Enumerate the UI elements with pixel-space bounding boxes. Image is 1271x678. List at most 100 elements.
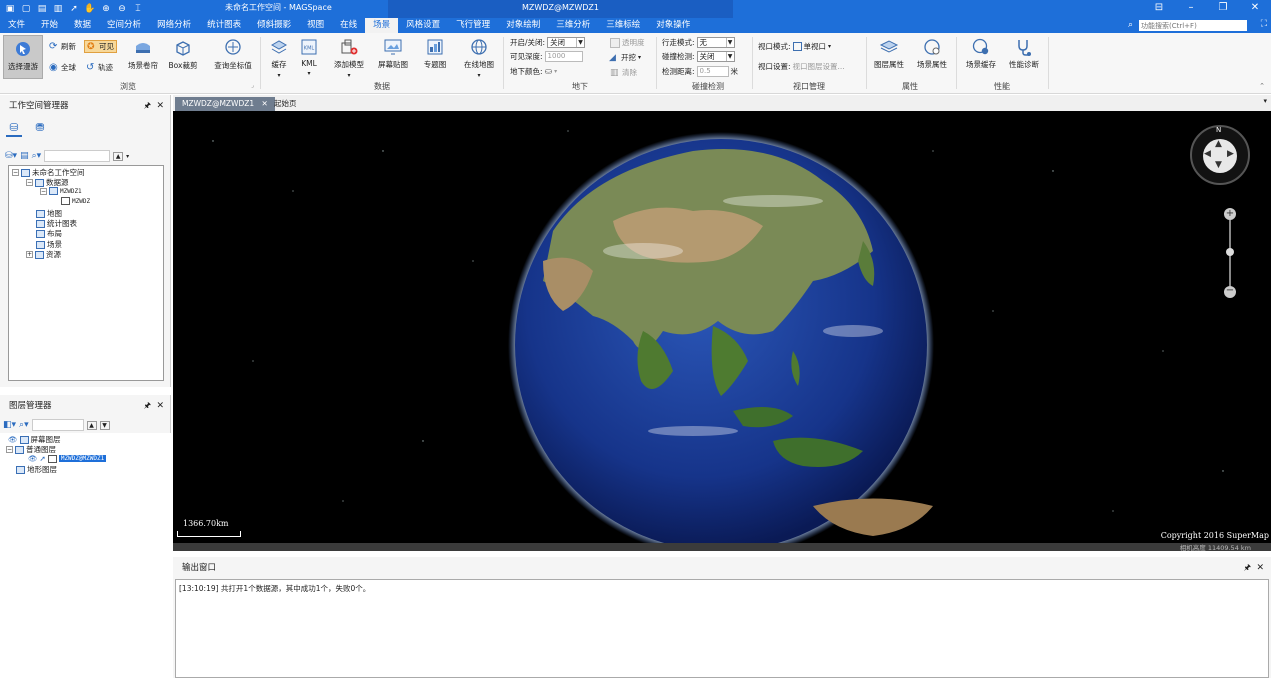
query-coords-button[interactable]: 查询坐标值 (210, 38, 256, 71)
kml-button[interactable]: KML KML ▾ (296, 37, 322, 77)
zoom-out-icon[interactable]: ⊖ (116, 3, 128, 15)
visible-eye-icon[interactable]: 👁 (8, 435, 18, 444)
add-model-button[interactable]: 添加模型 ▾ (330, 37, 368, 79)
move-down-icon[interactable]: ▼ (99, 420, 110, 430)
move-up-icon[interactable]: ▲ (86, 420, 97, 430)
menu-item[interactable]: 文件 (0, 18, 33, 33)
collapse-icon[interactable]: − (26, 179, 33, 186)
output-log[interactable]: [13:10:19] 共打开1个数据源，其中成功1个，失败0个。 (175, 579, 1269, 678)
scene-cache-button[interactable]: 场景缓存 (962, 37, 1000, 70)
scene-viewport[interactable]: N ▲ ▼ ◀ ▶ + − 1366.70km Copyright 2016 S… (173, 111, 1271, 543)
close-icon[interactable]: ✕ (156, 95, 164, 117)
new-icon[interactable]: ▢ (20, 3, 32, 15)
menu-item[interactable]: 开始 (33, 18, 66, 33)
online-map-button[interactable]: 在线地图 ▾ (460, 37, 498, 79)
zoom-out-icon[interactable]: − (1224, 286, 1236, 298)
pin-icon[interactable]: 🖈 (144, 95, 151, 117)
full-extent-icon[interactable]: ⌶ (132, 3, 144, 15)
pan-icon[interactable]: ✋ (84, 3, 96, 15)
menu-item[interactable]: 空间分析 (99, 18, 149, 33)
search-icon[interactable]: ⌕▾ (32, 151, 42, 161)
menu-item[interactable]: 飞行管理 (448, 18, 498, 33)
collision-detect-combo[interactable]: 关闭 ▼ (696, 51, 735, 62)
underground-depth-input[interactable]: 1000 (544, 51, 583, 62)
expand-icon[interactable]: + (26, 251, 33, 258)
search-icon[interactable]: ⌕▾ (19, 420, 29, 430)
thematic-button[interactable]: 专题图 (420, 37, 450, 70)
collapse-ribbon-icon[interactable]: ⌃ (1259, 82, 1265, 90)
layer-group-terrain[interactable]: 地形图层 (16, 464, 57, 475)
zoom-in-icon[interactable]: ⊕ (100, 3, 112, 15)
overflow-icon[interactable]: ▾ (126, 153, 129, 160)
excavate-button[interactable]: ◢ 开挖 ▾ (609, 52, 641, 63)
layer-style-icon[interactable]: ◧▾ (3, 420, 16, 430)
pan-left-icon[interactable]: ◀ (1204, 149, 1211, 159)
pan-up-icon[interactable]: ▲ (1215, 139, 1222, 149)
track-button[interactable]: ↺ 轨迹 (86, 62, 113, 73)
viewport-layer-settings-button[interactable]: 视口图层设置... (793, 61, 845, 72)
collapse-icon[interactable]: − (12, 169, 19, 176)
select-roam-button[interactable]: 选择漫游 (3, 35, 43, 79)
selectable-arrow-icon[interactable]: ➚ (40, 454, 46, 463)
visible-toggle[interactable]: ✪ 可见 (84, 40, 117, 53)
box-clip-button[interactable]: Box裁剪 (166, 38, 200, 71)
zoom-in-icon[interactable]: + (1224, 208, 1236, 220)
menu-item[interactable]: 对象绘制 (498, 18, 548, 33)
function-search[interactable]: ⌕ (1128, 19, 1248, 32)
menu-item[interactable]: 对象操作 (648, 18, 698, 33)
function-search-input[interactable] (1139, 20, 1247, 31)
walk-mode-combo[interactable]: 无 ▼ (696, 37, 735, 48)
detect-distance-input[interactable]: 0.5 (696, 66, 729, 77)
menu-item[interactable]: 风格设置 (398, 18, 448, 33)
menu-item[interactable]: 统计图表 (199, 18, 249, 33)
collapse-icon[interactable]: − (6, 446, 13, 453)
visible-eye-icon[interactable]: 👁 (28, 454, 38, 463)
group-launcher-icon[interactable]: ⌟ (251, 82, 254, 89)
menu-item[interactable]: 场景 (365, 18, 399, 33)
pan-right-icon[interactable]: ▶ (1227, 149, 1234, 159)
screen-paste-button[interactable]: 屏幕贴图 (374, 37, 412, 70)
tree-node-layouts[interactable]: 布局 (36, 228, 62, 239)
expand-icon[interactable]: ⛶ (1261, 19, 1267, 29)
tree-node-resources[interactable]: + 资源 (26, 249, 61, 260)
pin-icon[interactable]: 🖈 (1244, 557, 1251, 579)
fill-color-icon[interactable]: ⛀ (545, 67, 553, 77)
tab-list-dropdown-icon[interactable]: ▾ (1263, 97, 1267, 105)
performance-diagnose-button[interactable]: 性能诊断 (1004, 37, 1044, 70)
scene-properties-button[interactable]: 场景属性 (913, 37, 951, 70)
workspace-search-input[interactable] (44, 150, 111, 162)
pin-icon[interactable]: 🖈 (144, 395, 151, 417)
layer-search-input[interactable] (31, 419, 84, 431)
layer-properties-button[interactable]: 图层属性 (870, 37, 908, 70)
maximize-button[interactable]: ❐ (1207, 0, 1239, 18)
open-file-icon[interactable]: ▤ (20, 151, 29, 161)
refresh-button[interactable]: ⟳ 刷新 (49, 41, 76, 52)
resource-tab-icon[interactable]: ⛃ (32, 121, 48, 137)
workspace-tab-icon[interactable]: ⛁ (6, 121, 22, 137)
open-icon[interactable]: ▤ (36, 3, 48, 15)
close-icon[interactable]: ✕ (1256, 557, 1264, 579)
ribbon-options-button[interactable]: ⊟ (1143, 0, 1175, 18)
close-button[interactable]: ✕ (1239, 0, 1271, 18)
scene-roll-button[interactable]: 场景卷帘 (124, 38, 162, 71)
minimize-button[interactable]: – (1175, 0, 1207, 18)
color-dropdown-icon[interactable]: ▾ (554, 68, 557, 75)
menu-item[interactable]: 在线 (332, 18, 365, 33)
menu-item[interactable]: 网络分析 (149, 18, 199, 33)
navigation-compass[interactable]: N ▲ ▼ ◀ ▶ (1190, 125, 1250, 185)
menu-item[interactable]: 数据 (66, 18, 99, 33)
tab-start-page[interactable]: 起始页 (267, 97, 304, 111)
save-icon[interactable]: ▣ (4, 3, 16, 15)
tree-node-dataset[interactable]: MZWDZ (61, 197, 90, 205)
close-doc-icon[interactable]: ▥ (52, 3, 64, 15)
zoom-thumb[interactable] (1226, 248, 1234, 256)
layer-item-mzwdz[interactable]: 👁 ➚ MZWDZ@MZWDZ1 (28, 454, 107, 463)
collapse-icon[interactable]: − (40, 187, 47, 195)
clear-button[interactable]: ▥ 清除 (610, 67, 637, 78)
tree-node-datasource[interactable]: − MZWDZ1 (40, 187, 82, 195)
globe-button[interactable]: ◉ 全球 (49, 62, 76, 73)
menu-item[interactable]: 三维分析 (548, 18, 598, 33)
viewport-mode-button[interactable]: 单视口 ▾ (792, 41, 831, 52)
pan-down-icon[interactable]: ▼ (1215, 160, 1222, 170)
search-up-icon[interactable]: ▲ (113, 151, 124, 161)
